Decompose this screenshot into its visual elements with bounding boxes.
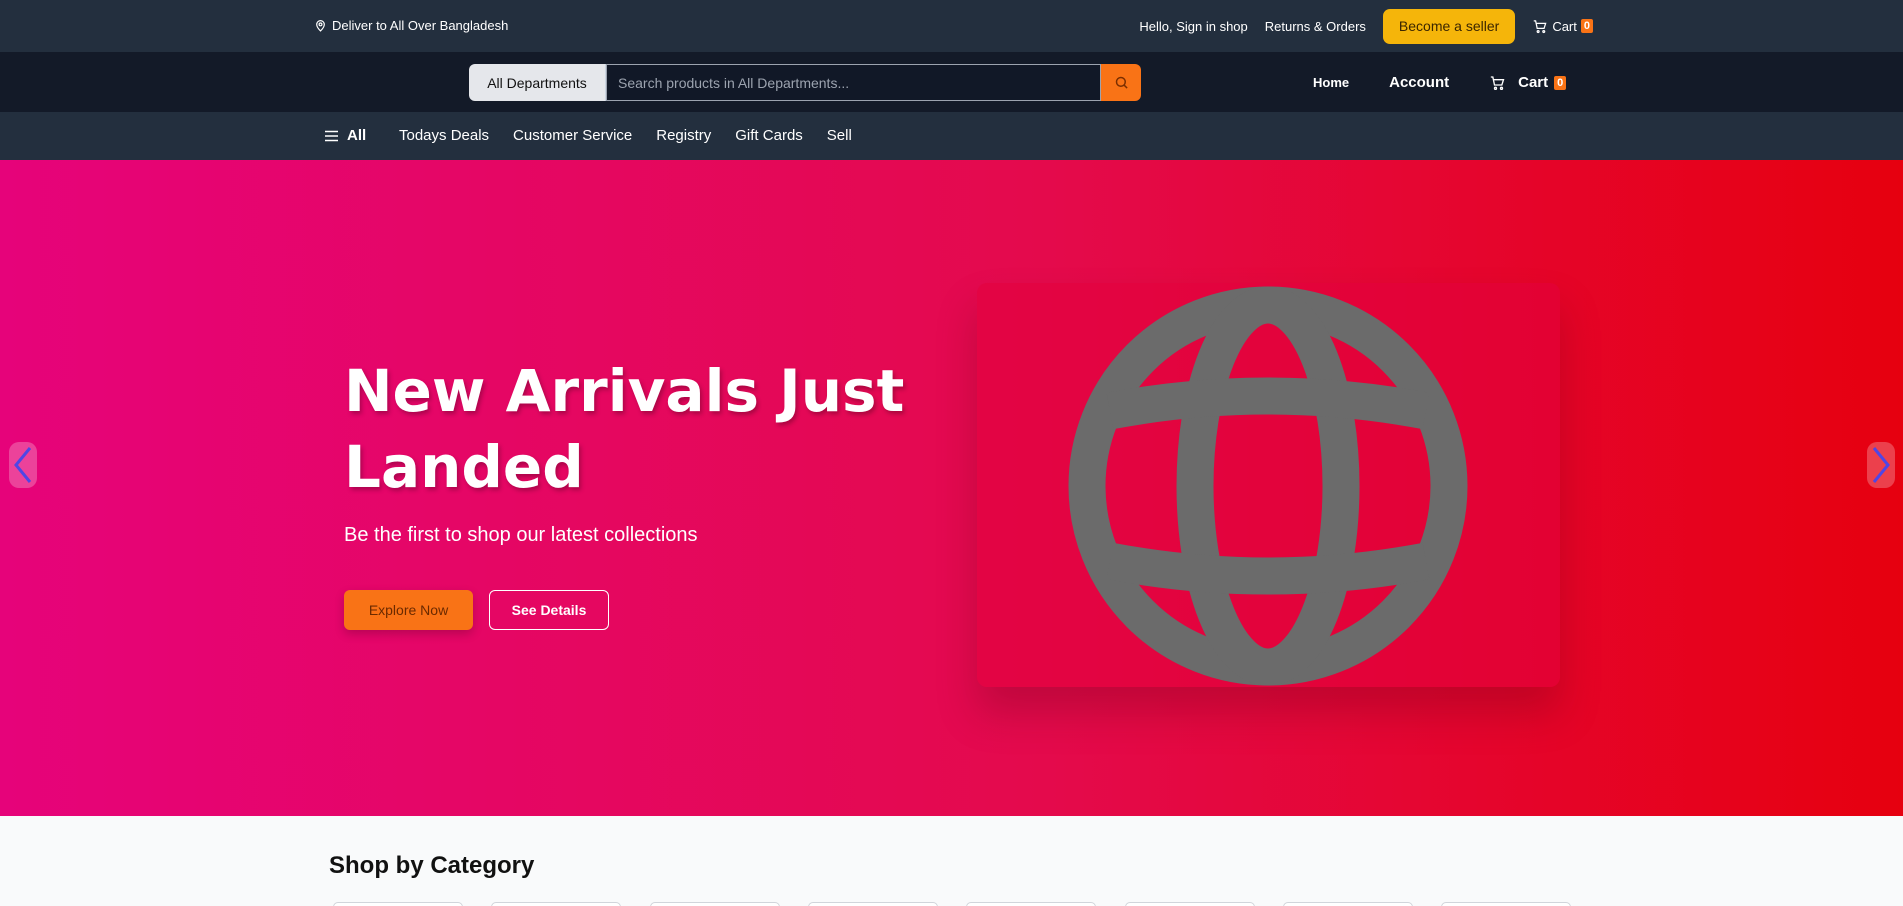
category-card[interactable] bbox=[966, 902, 1096, 906]
explore-now-button[interactable]: Explore Now bbox=[344, 590, 473, 630]
top-bar: Deliver to All Over Bangladesh Hello, Si… bbox=[0, 0, 1903, 52]
category-card[interactable] bbox=[333, 902, 463, 906]
carousel-prev-button[interactable] bbox=[9, 442, 37, 488]
nav-link-customer-service[interactable]: Customer Service bbox=[513, 127, 632, 144]
category-links: Todays Deals Customer Service Registry G… bbox=[399, 127, 852, 144]
carousel-next-button[interactable] bbox=[1867, 442, 1895, 488]
search-icon bbox=[1114, 75, 1129, 90]
delivery-location[interactable]: Deliver to All Over Bangladesh bbox=[314, 18, 508, 33]
main-cart-link[interactable]: Cart 0 bbox=[1489, 74, 1567, 91]
all-menu-button[interactable]: All bbox=[325, 127, 366, 144]
main-cart-label: Cart bbox=[1518, 74, 1549, 91]
search-box: All Departments bbox=[469, 64, 1141, 101]
hamburger-menu-icon bbox=[325, 130, 338, 142]
category-card[interactable] bbox=[491, 902, 621, 906]
category-card[interactable] bbox=[1441, 902, 1571, 906]
top-cart-label: Cart bbox=[1552, 18, 1577, 34]
main-nav: Home Account Cart 0 bbox=[1313, 74, 1567, 91]
search-input[interactable] bbox=[606, 64, 1101, 101]
see-details-button[interactable]: See Details bbox=[489, 590, 609, 630]
category-nav: All Todays Deals Customer Service Regist… bbox=[0, 112, 1903, 160]
all-menu-label: All bbox=[347, 127, 367, 144]
account-link[interactable]: Account bbox=[1389, 74, 1449, 91]
top-cart-count-badge: 0 bbox=[1580, 19, 1593, 33]
globe-icon bbox=[1068, 286, 1468, 686]
search-bar-row: All Departments Home Account Cart 0 bbox=[0, 52, 1903, 112]
nav-link-registry[interactable]: Registry bbox=[656, 127, 711, 144]
shop-by-category-heading: Shop by Category bbox=[329, 852, 535, 879]
sign-in-link[interactable]: Hello, Sign in shop bbox=[1139, 19, 1247, 34]
chevron-left-icon bbox=[13, 445, 33, 485]
category-card[interactable] bbox=[1283, 902, 1413, 906]
top-cart-link[interactable]: Cart 0 bbox=[1532, 19, 1593, 34]
category-card[interactable] bbox=[1125, 902, 1255, 906]
hero-subtitle: Be the first to shop our latest collecti… bbox=[344, 524, 698, 546]
department-select[interactable]: All Departments bbox=[469, 64, 606, 101]
cart-icon bbox=[1532, 19, 1548, 34]
home-link[interactable]: Home bbox=[1313, 75, 1349, 90]
returns-orders-link[interactable]: Returns & Orders bbox=[1265, 19, 1366, 34]
location-pin-icon bbox=[314, 18, 327, 33]
category-card[interactable] bbox=[808, 902, 938, 906]
nav-link-todays-deals[interactable]: Todays Deals bbox=[399, 127, 489, 144]
nav-link-gift-cards[interactable]: Gift Cards bbox=[735, 127, 803, 144]
hero-title: New Arrivals Just Landed bbox=[344, 357, 905, 501]
cart-icon bbox=[1489, 75, 1506, 91]
nav-link-sell[interactable]: Sell bbox=[827, 127, 852, 144]
delivery-text: Deliver to All Over Bangladesh bbox=[332, 18, 509, 33]
main-cart-count-badge: 0 bbox=[1554, 75, 1567, 90]
become-seller-button[interactable]: Become a seller bbox=[1382, 8, 1516, 44]
category-card[interactable] bbox=[650, 902, 780, 906]
search-button[interactable] bbox=[1101, 64, 1141, 101]
chevron-right-icon bbox=[1871, 445, 1891, 485]
hero-carousel: New Arrivals Just Landed Be the first to… bbox=[0, 160, 1903, 816]
